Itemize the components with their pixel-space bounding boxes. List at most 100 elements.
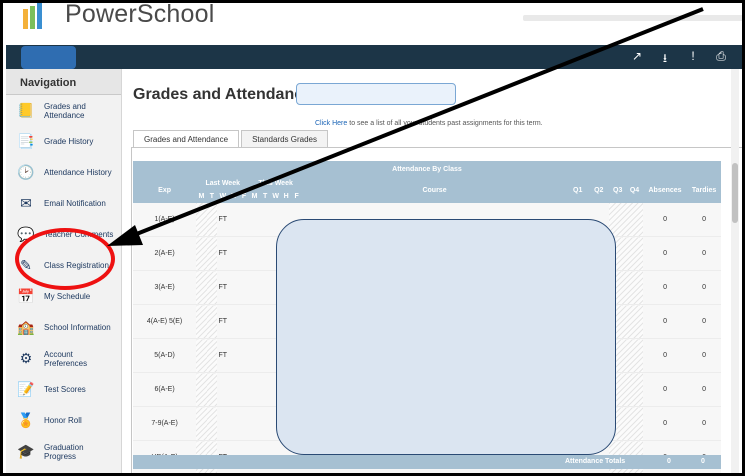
alert-icon[interactable]: ! bbox=[686, 49, 700, 70]
sidebar-item-graduation-progress[interactable]: 🎓 Graduation Progress bbox=[6, 436, 121, 467]
page-title: Grades and Attendance: bbox=[133, 86, 318, 103]
q4-cell bbox=[626, 304, 643, 339]
tardies-cell[interactable]: 0 bbox=[687, 338, 721, 373]
attendance-mark-cell[interactable]: FT bbox=[217, 203, 229, 237]
day-header: M bbox=[196, 190, 207, 203]
day-cell bbox=[196, 338, 207, 373]
q4-cell bbox=[626, 338, 643, 373]
tab-grades-and-attendance[interactable]: Grades and Attendance bbox=[133, 130, 240, 148]
absences-cell[interactable]: 0 bbox=[642, 304, 688, 339]
sidebar-item-account-preferences[interactable]: ⚙ Account Preferences bbox=[6, 343, 121, 374]
sidebar-item-label: School Information bbox=[44, 323, 111, 332]
day-header: H bbox=[228, 190, 239, 203]
day-cell bbox=[259, 304, 271, 339]
exp-cell: 7-9(A-E) bbox=[133, 406, 197, 441]
scrollbar[interactable] bbox=[731, 69, 739, 473]
tardies-cell[interactable]: 0 bbox=[687, 372, 721, 407]
day-header: F bbox=[238, 190, 250, 203]
attendance-mark-cell[interactable] bbox=[217, 406, 229, 441]
sidebar-item-test-scores[interactable]: 📝 Test Scores bbox=[6, 374, 121, 405]
tardies-cell[interactable]: 0 bbox=[687, 304, 721, 339]
col-q1: Q1 bbox=[567, 177, 589, 203]
day-cell bbox=[238, 338, 250, 373]
past-assignments-hint: Click Here to see a list of all your stu… bbox=[315, 120, 543, 127]
totals-label: Attendance Totals bbox=[565, 458, 626, 465]
day-cell bbox=[259, 203, 271, 237]
day-cell bbox=[228, 270, 239, 305]
day-cell bbox=[196, 203, 207, 237]
sidebar-item-demographics[interactable]: 📊Demographics bbox=[6, 467, 121, 474]
day-cell bbox=[249, 203, 260, 237]
day-cell bbox=[228, 338, 239, 373]
day-header: M bbox=[249, 190, 260, 203]
day-header: W bbox=[270, 190, 281, 203]
day-header: T bbox=[206, 190, 218, 203]
tardies-cell[interactable]: 0 bbox=[687, 270, 721, 305]
day-cell bbox=[259, 406, 271, 441]
day-cell bbox=[238, 236, 250, 271]
day-header: W bbox=[217, 190, 229, 203]
sidebar-item-honor-roll[interactable]: 🏅 Honor Roll bbox=[6, 405, 121, 436]
absences-cell[interactable]: 0 bbox=[642, 270, 688, 305]
sidebar-item-school-information[interactable]: 🏫 School Information bbox=[6, 312, 121, 343]
app-logo-text: PowerSchool bbox=[65, 0, 215, 28]
demographics-icon: 📊 bbox=[16, 473, 36, 474]
download-icon[interactable]: ⭳ bbox=[658, 49, 672, 70]
sidebar-item-grade-history[interactable]: 📑 Grade History bbox=[6, 126, 121, 157]
day-cell bbox=[259, 270, 271, 305]
day-cell bbox=[228, 304, 239, 339]
day-cell bbox=[228, 203, 239, 237]
attendance-mark-cell[interactable]: FT bbox=[217, 236, 229, 271]
sidebar-title: Navigation bbox=[6, 69, 121, 95]
click-here-link[interactable]: Click Here bbox=[315, 120, 347, 127]
test-icon: 📝 bbox=[17, 381, 35, 397]
annotation-highlight-circle bbox=[15, 228, 115, 290]
scrollbar-thumb[interactable] bbox=[732, 163, 738, 223]
attendance-totals-row: Attendance Totals 0 0 bbox=[133, 455, 721, 469]
sidebar-item-email-notification[interactable]: ✉ Email Notification bbox=[6, 188, 121, 219]
absences-cell[interactable]: 0 bbox=[642, 372, 688, 407]
tab-standards-grades[interactable]: Standards Grades bbox=[241, 130, 328, 148]
absences-cell[interactable]: 0 bbox=[642, 203, 688, 237]
email-icon: ✉ bbox=[20, 195, 32, 211]
totals-absences: 0 bbox=[667, 458, 671, 465]
day-cell bbox=[238, 270, 250, 305]
attendance-mark-cell[interactable]: FT bbox=[217, 338, 229, 373]
attendance-mark-cell[interactable] bbox=[217, 372, 229, 407]
totals-tardies: 0 bbox=[701, 458, 705, 465]
day-cell bbox=[206, 236, 218, 271]
tardies-cell[interactable]: 0 bbox=[687, 236, 721, 271]
sidebar-item-grades-and-attendance[interactable]: 📒 Grades and Attendance bbox=[6, 95, 121, 126]
external-link-icon[interactable]: ↗ bbox=[630, 49, 644, 70]
exp-cell: 3(A-E) bbox=[133, 270, 197, 305]
header-tools: ↗ ⭳ ! ⎙ bbox=[630, 49, 728, 70]
sidebar-item-attendance-history[interactable]: 🕑 Attendance History bbox=[6, 157, 121, 188]
student-name-field[interactable] bbox=[296, 83, 456, 105]
col-exp: Exp bbox=[133, 177, 197, 203]
q4-cell bbox=[626, 372, 643, 407]
preferences-icon: ⚙ bbox=[19, 350, 33, 366]
col-q3: Q3 bbox=[609, 177, 627, 203]
day-cell bbox=[196, 304, 207, 339]
attendance-mark-cell[interactable]: FT bbox=[217, 270, 229, 305]
sidebar-item-label: Test Scores bbox=[44, 385, 86, 394]
tardies-cell[interactable]: 0 bbox=[687, 203, 721, 237]
sidebar-item-label: Account Preferences bbox=[44, 349, 88, 368]
absences-cell[interactable]: 0 bbox=[642, 338, 688, 373]
attendance-mark-cell[interactable]: FT bbox=[217, 304, 229, 339]
day-cell bbox=[259, 372, 271, 407]
day-cell bbox=[206, 270, 218, 305]
col-this-week: This Week bbox=[249, 177, 302, 190]
day-header: F bbox=[291, 190, 302, 203]
day-cell bbox=[206, 406, 218, 441]
print-icon[interactable]: ⎙ bbox=[714, 49, 728, 70]
q4-cell bbox=[626, 406, 643, 441]
district-button[interactable] bbox=[21, 46, 76, 69]
day-cell bbox=[206, 203, 218, 237]
tardies-cell[interactable]: 0 bbox=[687, 406, 721, 441]
attendance-icon: 🕑 bbox=[17, 164, 35, 180]
day-cell bbox=[259, 338, 271, 373]
day-cell bbox=[249, 372, 260, 407]
absences-cell[interactable]: 0 bbox=[642, 236, 688, 271]
absences-cell[interactable]: 0 bbox=[642, 406, 688, 441]
